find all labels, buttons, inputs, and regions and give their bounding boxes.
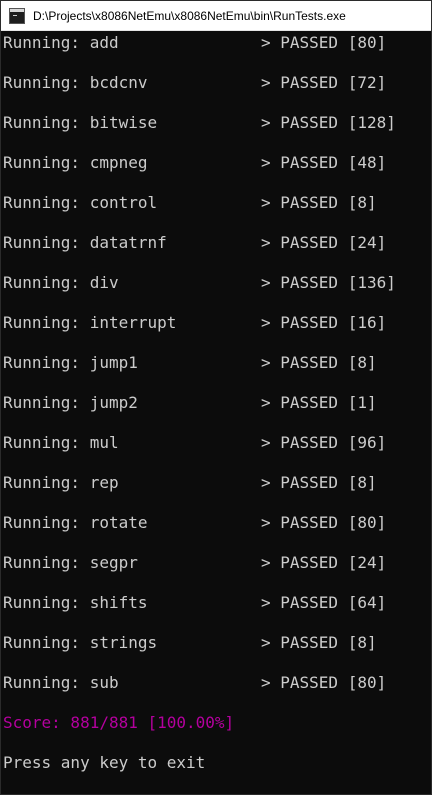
test-line: Running: div > PASSED [136] bbox=[3, 273, 396, 293]
test-line: Running: bitwise > PASSED [128] bbox=[3, 113, 396, 133]
score-line: Score: 881/881 [100.00%] bbox=[3, 713, 235, 732]
test-line: Running: rep > PASSED [8] bbox=[3, 473, 377, 493]
test-line: Running: segpr > PASSED [24] bbox=[3, 553, 386, 573]
test-label: Running: rotate bbox=[3, 513, 148, 532]
test-line: Running: jump2 > PASSED [1] bbox=[3, 393, 377, 413]
console-app-icon bbox=[9, 7, 25, 24]
test-line: Running: mul > PASSED [96] bbox=[3, 433, 386, 453]
test-label: Running: interrupt bbox=[3, 313, 177, 332]
test-result: > PASSED [8] bbox=[261, 633, 377, 652]
test-result: > PASSED [80] bbox=[261, 33, 387, 52]
test-label: Running: control bbox=[3, 193, 158, 212]
test-result: > PASSED [136] bbox=[261, 273, 396, 292]
test-result: > PASSED [24] bbox=[261, 233, 387, 252]
test-result: > PASSED [128] bbox=[261, 113, 396, 132]
test-line: Running: jump1 > PASSED [8] bbox=[3, 353, 377, 373]
title-bar[interactable]: D:\Projects\x8086NetEmu\x8086NetEmu\bin\… bbox=[1, 1, 431, 31]
test-label: Running: sub bbox=[3, 673, 119, 692]
test-line: Running: rotate > PASSED [80] bbox=[3, 513, 386, 533]
test-line: Running: datatrnf > PASSED [24] bbox=[3, 233, 386, 253]
test-label: Running: jump1 bbox=[3, 353, 138, 372]
test-result: > PASSED [8] bbox=[261, 193, 377, 212]
window-title: D:\Projects\x8086NetEmu\x8086NetEmu\bin\… bbox=[33, 8, 346, 23]
test-result: > PASSED [64] bbox=[261, 593, 387, 612]
test-label: Running: bitwise bbox=[3, 113, 158, 132]
test-result: > PASSED [72] bbox=[261, 73, 387, 92]
test-line: Running: shifts > PASSED [64] bbox=[3, 593, 386, 613]
test-label: Running: rep bbox=[3, 473, 119, 492]
console-window: D:\Projects\x8086NetEmu\x8086NetEmu\bin\… bbox=[0, 0, 432, 795]
test-line: Running: sub > PASSED [80] bbox=[3, 673, 386, 693]
test-label: Running: segpr bbox=[3, 553, 138, 572]
test-result: > PASSED [80] bbox=[261, 513, 387, 532]
test-result: > PASSED [48] bbox=[261, 153, 387, 172]
test-label: Running: datatrnf bbox=[3, 233, 167, 252]
test-result: > PASSED [8] bbox=[261, 353, 377, 372]
test-result: > PASSED [1] bbox=[261, 393, 377, 412]
test-line: Running: add > PASSED [80] bbox=[3, 33, 386, 53]
test-label: Running: add bbox=[3, 33, 119, 52]
test-result: > PASSED [8] bbox=[261, 473, 377, 492]
test-line: Running: interrupt > PASSED [16] bbox=[3, 313, 386, 333]
test-result: > PASSED [24] bbox=[261, 553, 387, 572]
exit-prompt: Press any key to exit bbox=[3, 753, 206, 772]
test-line: Running: strings > PASSED [8] bbox=[3, 633, 377, 653]
test-result: > PASSED [96] bbox=[261, 433, 387, 452]
console-output[interactable]: Running: add > PASSED [80] Running: bcdcn… bbox=[1, 31, 431, 794]
test-line: Running: control > PASSED [8] bbox=[3, 193, 377, 213]
test-label: Running: div bbox=[3, 273, 119, 292]
test-label: Running: strings bbox=[3, 633, 158, 652]
test-label: Running: shifts bbox=[3, 593, 148, 612]
test-line: Running: bcdcnv > PASSED [72] bbox=[3, 73, 386, 93]
test-result: > PASSED [80] bbox=[261, 673, 387, 692]
test-label: Running: cmpneg bbox=[3, 153, 148, 172]
test-label: Running: jump2 bbox=[3, 393, 138, 412]
test-label: Running: bcdcnv bbox=[3, 73, 148, 92]
test-label: Running: mul bbox=[3, 433, 119, 452]
test-line: Running: cmpneg > PASSED [48] bbox=[3, 153, 386, 173]
test-result: > PASSED [16] bbox=[261, 313, 387, 332]
